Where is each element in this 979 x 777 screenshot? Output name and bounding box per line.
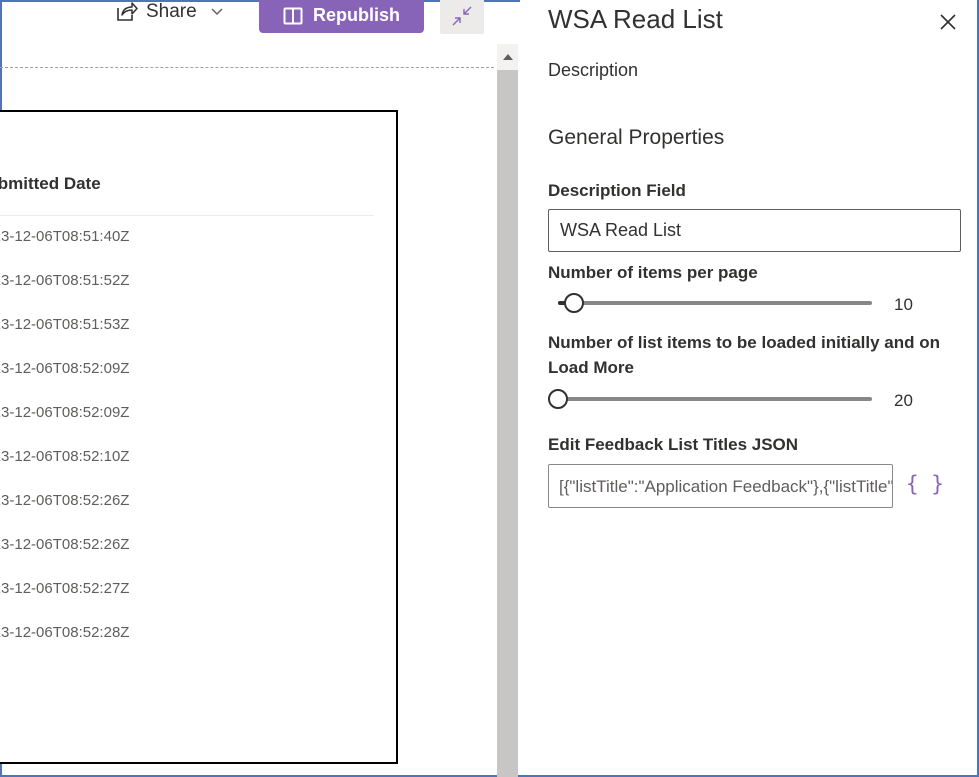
share-icon [117, 2, 138, 21]
close-button[interactable] [938, 12, 958, 32]
json-field-label: Edit Feedback List Titles JSON [548, 435, 799, 454]
chevron-down-icon [211, 8, 223, 15]
share-label: Share [146, 1, 197, 22]
json-field-input[interactable]: [{"listTitle":"Application Feedback"},{"… [548, 464, 893, 508]
vertical-scrollbar[interactable] [497, 44, 518, 777]
list-row: 2023-12-06T08:52:10Z [0, 448, 130, 465]
republish-label: Republish [312, 5, 400, 25]
list-row: 2023-12-06T08:52:26Z [0, 536, 130, 553]
share-button[interactable]: Share [116, 0, 223, 24]
slider-thumb[interactable] [563, 293, 584, 313]
list-row: 2023-12-06T08:52:09Z [0, 404, 130, 421]
list-row: 2023-12-06T08:52:27Z [0, 580, 130, 597]
scroll-up-button[interactable] [497, 44, 518, 70]
list-row: 2023-12-06T08:52:09Z [0, 360, 130, 377]
list-webpart[interactable]: Submitted Date 2023-12-06T08:51:40Z 2023… [0, 110, 398, 764]
header-divider [0, 215, 374, 216]
collapse-icon [452, 6, 472, 26]
pane-title: WSA Read List [548, 4, 723, 34]
collapse-button[interactable] [440, 0, 484, 34]
items-per-page-label: Number of items per page [548, 263, 758, 282]
column-header-submitted-date[interactable]: Submitted Date [0, 174, 101, 194]
group-title: General Properties [548, 126, 725, 149]
close-icon [940, 14, 956, 30]
list-row: 2023-12-06T08:52:26Z [0, 492, 130, 509]
slider-track [558, 301, 872, 305]
items-loaded-label: Number of list items to be loaded initia… [548, 333, 940, 377]
book-icon [283, 7, 303, 24]
property-pane: WSA Read List Description General Proper… [520, 0, 977, 775]
slider-track [558, 397, 872, 401]
list-row: 2023-12-06T08:51:52Z [0, 272, 130, 289]
list-row: 2023-12-06T08:52:28Z [0, 624, 130, 641]
description-field-label: Description Field [548, 181, 686, 200]
scroll-up-icon [502, 54, 513, 60]
description-field-input[interactable]: WSA Read List [548, 209, 961, 252]
slider-thumb[interactable] [548, 389, 568, 409]
list-row: 2023-12-06T08:51:53Z [0, 316, 130, 333]
json-edit-button[interactable]: { } [906, 472, 944, 496]
republish-button[interactable]: Republish [259, 0, 424, 33]
items-loaded-value: 20 [894, 391, 913, 410]
list-row: 2023-12-06T08:51:40Z [0, 228, 130, 245]
pane-description: Description [548, 60, 639, 80]
items-per-page-value: 10 [894, 295, 913, 314]
section-divider [0, 67, 494, 68]
